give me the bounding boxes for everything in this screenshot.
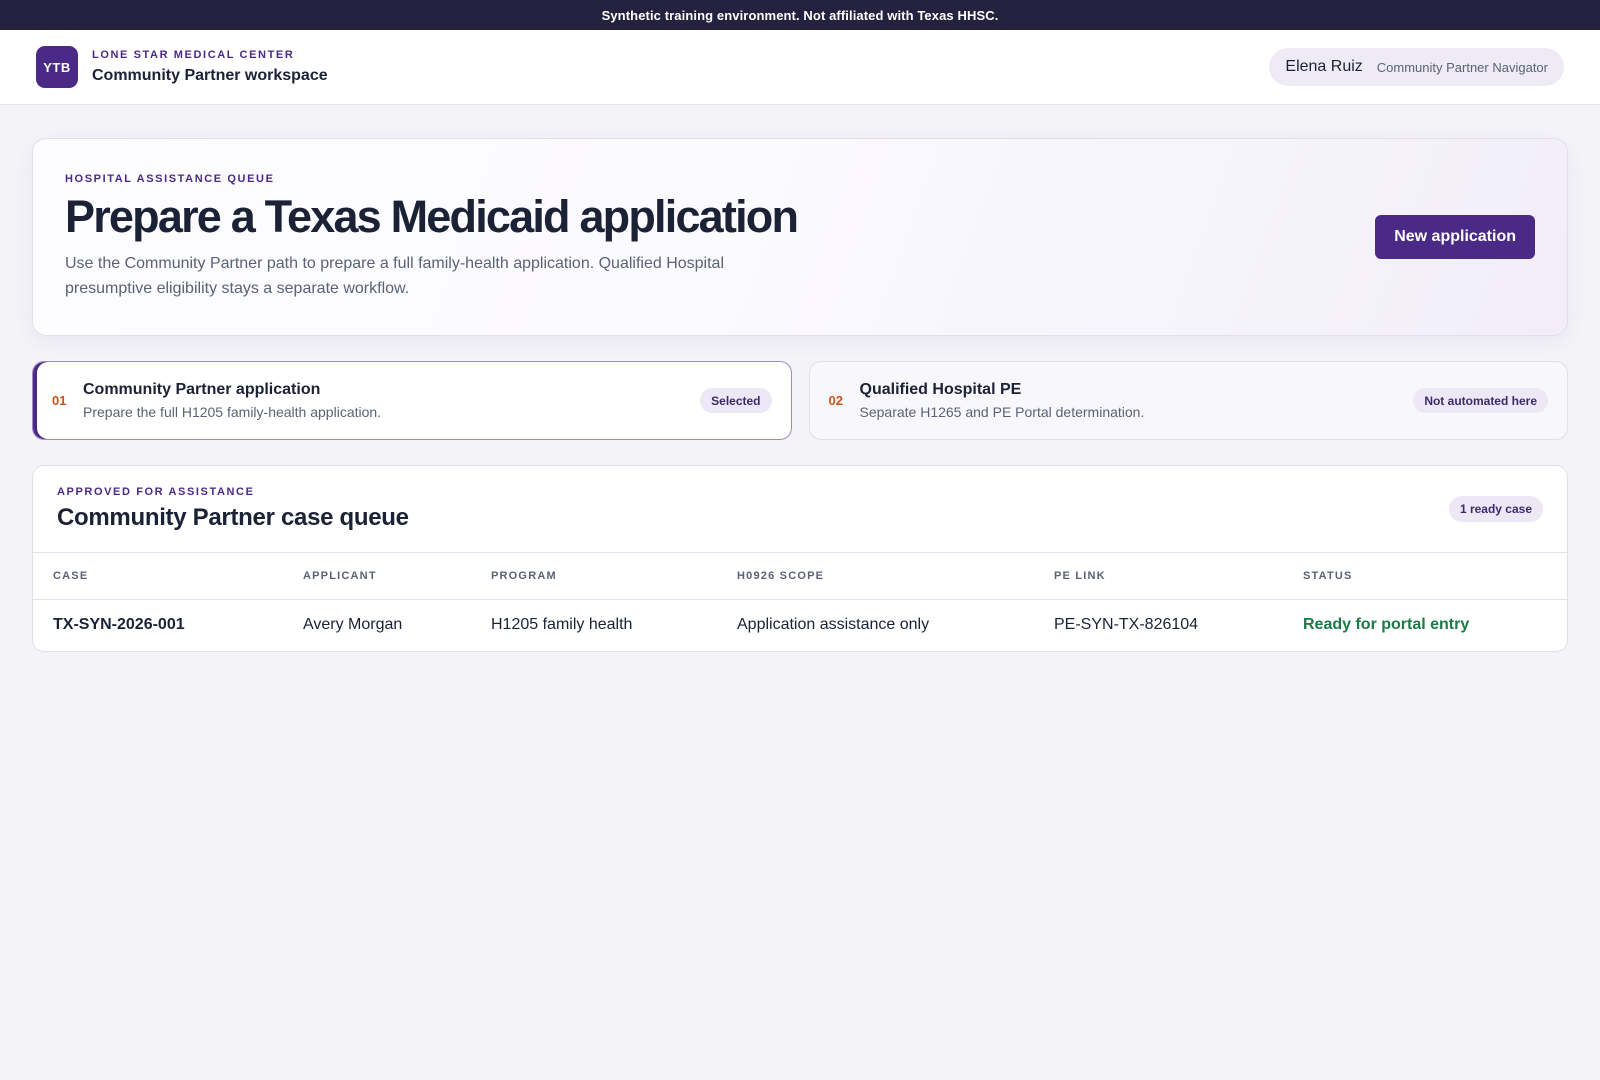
- column-header-program: PROGRAM: [471, 553, 717, 600]
- hero-panel: HOSPITAL ASSISTANCE QUEUE Prepare a Texa…: [32, 138, 1568, 336]
- new-application-button[interactable]: New application: [1375, 215, 1535, 259]
- brand-text: LONE STAR MEDICAL CENTER Community Partn…: [92, 49, 328, 85]
- hero-text: HOSPITAL ASSISTANCE QUEUE Prepare a Texa…: [65, 172, 799, 302]
- pe-link: PE-SYN-TX-826104: [1054, 616, 1199, 634]
- path-number: 02: [828, 393, 843, 408]
- environment-banner: Synthetic training environment. Not affi…: [0, 0, 1600, 30]
- org-logo: YTB: [36, 46, 78, 88]
- case-queue-panel: APPROVED FOR ASSISTANCE Community Partne…: [32, 465, 1568, 652]
- column-header-pe-link: PE LINK: [1034, 553, 1283, 600]
- column-header-scope: H0926 SCOPE: [717, 553, 1034, 600]
- queue-header: APPROVED FOR ASSISTANCE Community Partne…: [33, 466, 1567, 553]
- path-text: Qualified Hospital PE Separate H1265 and…: [860, 381, 1414, 420]
- status: Ready for portal entry: [1303, 616, 1470, 634]
- path-title: Qualified Hospital PE: [859, 381, 1022, 398]
- path-selector: 01 Community Partner application Prepare…: [32, 361, 1568, 440]
- case-id[interactable]: TX-SYN-2026-001: [33, 599, 283, 651]
- hero-description: Use the Community Partner path to prepar…: [65, 255, 724, 298]
- user-role: Community Partner Navigator: [1376, 59, 1548, 75]
- hero-eyebrow: HOSPITAL ASSISTANCE QUEUE: [65, 172, 275, 185]
- queue-heading: APPROVED FOR ASSISTANCE Community Partne…: [57, 486, 409, 532]
- top-bar: YTB LONE STAR MEDICAL CENTER Community P…: [0, 30, 1600, 105]
- brand: YTB LONE STAR MEDICAL CENTER Community P…: [36, 46, 328, 88]
- not-automated-badge: Not automated here: [1413, 388, 1548, 413]
- path-subtitle: Prepare the full H1205 family-health app…: [83, 404, 382, 420]
- case-table: CASE APPLICANT PROGRAM H0926 SCOPE PE LI…: [33, 553, 1567, 651]
- org-name: LONE STAR MEDICAL CENTER: [92, 49, 295, 61]
- path-card-qualified-hospital-pe[interactable]: 02 Qualified Hospital PE Separate H1265 …: [808, 361, 1568, 440]
- column-header-status: STATUS: [1283, 553, 1567, 600]
- user-menu[interactable]: Elena Ruiz Community Partner Navigator: [1269, 48, 1564, 86]
- main-content: HOSPITAL ASSISTANCE QUEUE Prepare a Texa…: [0, 105, 1600, 652]
- page-title: Prepare a Texas Medicaid application: [65, 190, 799, 242]
- selected-badge: Selected: [700, 388, 772, 413]
- path-card-community-partner[interactable]: 01 Community Partner application Prepare…: [32, 361, 792, 440]
- applicant-name: Avery Morgan: [303, 616, 403, 634]
- table-header-row: CASE APPLICANT PROGRAM H0926 SCOPE PE LI…: [33, 553, 1567, 600]
- program: H1205 family health: [491, 616, 633, 634]
- queue-title: Community Partner case queue: [57, 504, 409, 531]
- queue-eyebrow: APPROVED FOR ASSISTANCE: [57, 486, 255, 498]
- path-text: Community Partner application Prepare th…: [83, 381, 700, 420]
- user-name: Elena Ruiz: [1285, 58, 1363, 75]
- table-row[interactable]: TX-SYN-2026-001 Avery Morgan H1205 famil…: [33, 599, 1567, 651]
- column-header-case: CASE: [33, 553, 283, 600]
- path-subtitle: Separate H1265 and PE Portal determinati…: [859, 404, 1145, 420]
- workspace-title: Community Partner workspace: [92, 67, 328, 84]
- path-number: 01: [52, 393, 67, 408]
- ready-count-badge: 1 ready case: [1448, 496, 1543, 522]
- path-title: Community Partner application: [83, 381, 321, 398]
- column-header-applicant: APPLICANT: [283, 553, 471, 600]
- scope: Application assistance only: [737, 616, 930, 634]
